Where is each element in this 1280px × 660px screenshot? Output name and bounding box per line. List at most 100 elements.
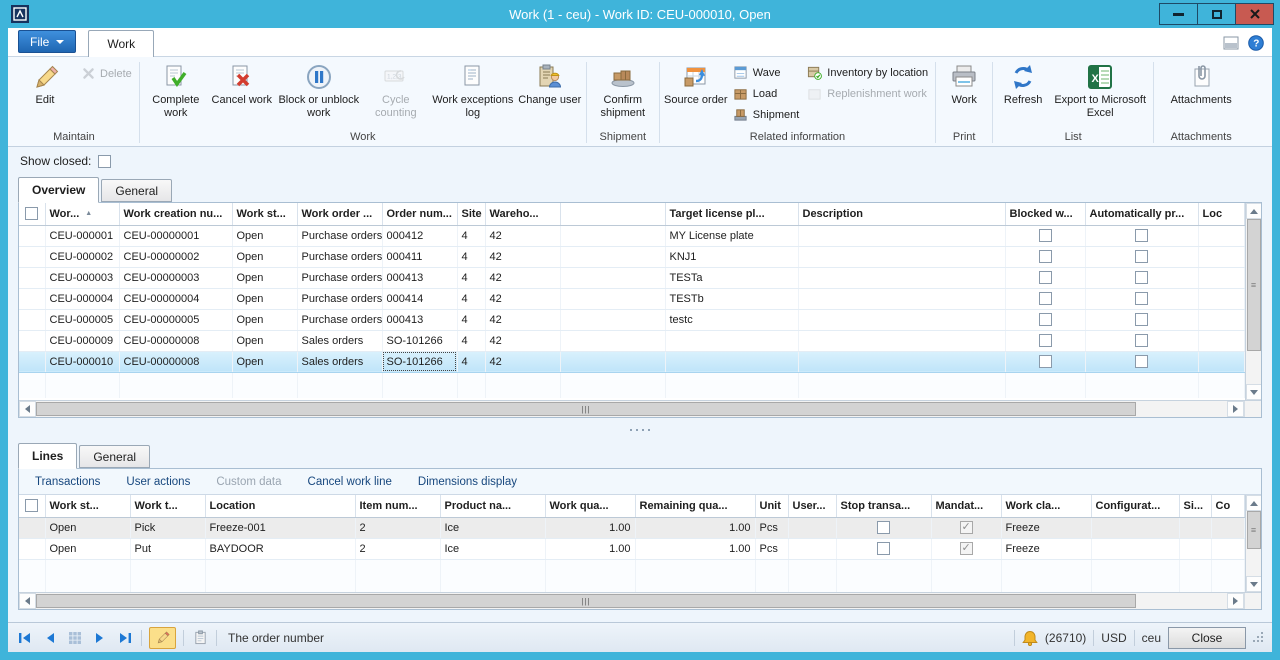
column-header[interactable]: Work t...: [130, 495, 205, 517]
column-header[interactable]: Co: [1211, 495, 1244, 517]
currency-indicator[interactable]: USD: [1101, 631, 1126, 645]
company-indicator[interactable]: ceu: [1142, 631, 1161, 645]
scroll-up-button[interactable]: [1246, 495, 1262, 511]
column-header[interactable]: Blocked w...: [1005, 203, 1085, 225]
document-handling-button[interactable]: [191, 628, 209, 648]
scroll-right-button[interactable]: [1227, 401, 1244, 417]
cell-checkbox[interactable]: [1135, 292, 1148, 305]
table-row[interactable]: CEU-000005CEU-00000005OpenPurchase order…: [19, 309, 1244, 330]
datasource-button[interactable]: [66, 628, 84, 648]
cell-checkbox[interactable]: [960, 521, 973, 534]
vertical-scrollbar[interactable]: ≡: [1245, 203, 1262, 400]
tab-lines[interactable]: Lines: [18, 443, 77, 469]
column-header[interactable]: Work qua...: [545, 495, 635, 517]
column-header[interactable]: Item num...: [355, 495, 440, 517]
column-header[interactable]: Product na...: [440, 495, 545, 517]
table-row[interactable]: CEU-000010CEU-00000008OpenSales ordersSO…: [19, 351, 1244, 372]
column-header[interactable]: Work st...: [45, 495, 130, 517]
cell-checkbox[interactable]: [1135, 271, 1148, 284]
layout-pane-icon[interactable]: [1223, 35, 1239, 51]
minimize-button[interactable]: [1159, 3, 1198, 25]
scroll-down-button[interactable]: [1246, 384, 1262, 400]
attachments-button[interactable]: Attachments: [1157, 59, 1245, 108]
cell-checkbox[interactable]: [877, 521, 890, 534]
scrollbar-thumb[interactable]: ≡: [1247, 219, 1261, 351]
cell-checkbox[interactable]: [1135, 313, 1148, 326]
column-header[interactable]: Description: [798, 203, 1005, 225]
column-header[interactable]: Site: [457, 203, 485, 225]
row-selector[interactable]: [19, 267, 45, 288]
refresh-button[interactable]: Refresh: [996, 59, 1050, 108]
table-row[interactable]: CEU-000001CEU-00000001OpenPurchase order…: [19, 225, 1244, 246]
table-row[interactable]: CEU-000002CEU-00000002OpenPurchase order…: [19, 246, 1244, 267]
last-record-button[interactable]: [116, 628, 134, 648]
cell-checkbox[interactable]: [1039, 271, 1052, 284]
select-all-header[interactable]: [19, 495, 45, 517]
title-bar[interactable]: Work (1 - ceu) - Work ID: CEU-000010, Op…: [0, 0, 1280, 28]
edit-button[interactable]: Edit: [12, 59, 78, 108]
cell-checkbox[interactable]: [1135, 355, 1148, 368]
cell-checkbox[interactable]: [1039, 250, 1052, 263]
user-actions-button[interactable]: User actions: [126, 476, 190, 488]
column-header[interactable]: Wor...: [45, 203, 119, 225]
table-row[interactable]: OpenPutBAYDOOR2Ice1.001.00PcsFreeze: [19, 538, 1244, 559]
file-menu-button[interactable]: File: [18, 30, 76, 53]
horizontal-scrollbar[interactable]: |||: [19, 400, 1261, 417]
column-header[interactable]: Order num...: [382, 203, 457, 225]
splitter[interactable]: [8, 418, 1272, 442]
select-all-header[interactable]: [19, 203, 45, 225]
shipment-button[interactable]: Shipment: [729, 104, 803, 125]
delete-button[interactable]: Delete: [78, 63, 136, 84]
cancel-work-button[interactable]: Cancel work: [209, 59, 275, 108]
previous-record-button[interactable]: [41, 628, 59, 648]
export-excel-button[interactable]: X Export to Microsoft Excel: [1050, 59, 1150, 121]
help-icon[interactable]: ?: [1248, 35, 1264, 51]
row-selector[interactable]: [19, 225, 45, 246]
cell-checkbox[interactable]: [960, 542, 973, 555]
cell-checkbox[interactable]: [877, 542, 890, 555]
cancel-work-line-button[interactable]: Cancel work line: [308, 476, 392, 488]
column-header[interactable]: Loc: [1198, 203, 1244, 225]
column-header[interactable]: Work creation nu...: [119, 203, 232, 225]
notifications-bell-icon[interactable]: [1022, 630, 1038, 646]
select-all-checkbox[interactable]: [25, 207, 38, 220]
maximize-button[interactable]: [1197, 3, 1236, 25]
column-header[interactable]: Mandat...: [931, 495, 1001, 517]
column-header[interactable]: Wareho...: [485, 203, 560, 225]
cell-checkbox[interactable]: [1135, 334, 1148, 347]
row-selector[interactable]: [19, 517, 45, 538]
dimensions-display-button[interactable]: Dimensions display: [418, 476, 517, 488]
table-row[interactable]: OpenPickFreeze-0012Ice1.001.00PcsFreeze: [19, 517, 1244, 538]
scrollbar-thumb[interactable]: ≡: [1247, 511, 1261, 549]
cell-checkbox[interactable]: [1039, 334, 1052, 347]
change-user-button[interactable]: Change user: [517, 59, 583, 108]
tab-lines-general[interactable]: General: [79, 445, 150, 468]
table-row[interactable]: CEU-000009CEU-00000008OpenSales ordersSO…: [19, 330, 1244, 351]
resize-grip[interactable]: [1253, 632, 1264, 643]
load-button[interactable]: Load: [729, 83, 803, 104]
custom-data-button[interactable]: Custom data: [216, 476, 281, 488]
column-header[interactable]: User...: [788, 495, 836, 517]
column-header[interactable]: Stop transa...: [836, 495, 931, 517]
cell-checkbox[interactable]: [1135, 250, 1148, 263]
cell-checkbox[interactable]: [1039, 355, 1052, 368]
vertical-scrollbar[interactable]: ≡: [1245, 495, 1262, 592]
column-header[interactable]: [560, 203, 665, 225]
column-header[interactable]: Work order ...: [297, 203, 382, 225]
wave-button[interactable]: Wave: [729, 62, 803, 83]
print-work-button[interactable]: Work: [939, 59, 989, 108]
work-exceptions-log-button[interactable]: Work exceptions log: [429, 59, 517, 121]
horizontal-scrollbar[interactable]: |||: [19, 592, 1261, 609]
inventory-by-location-button[interactable]: Inventory by location: [803, 62, 932, 83]
scroll-left-button[interactable]: [19, 593, 36, 609]
table-row[interactable]: CEU-000004CEU-00000004OpenPurchase order…: [19, 288, 1244, 309]
column-header[interactable]: Work cla...: [1001, 495, 1091, 517]
row-selector[interactable]: [19, 288, 45, 309]
complete-work-button[interactable]: Complete work: [143, 59, 209, 121]
scroll-up-button[interactable]: [1246, 203, 1262, 219]
cell-checkbox[interactable]: [1039, 229, 1052, 242]
scrollbar-thumb[interactable]: |||: [36, 402, 1136, 416]
notification-count[interactable]: (26710): [1045, 631, 1086, 645]
cycle-counting-button[interactable]: 1,2,3, Cycle counting: [363, 59, 429, 121]
row-selector[interactable]: [19, 246, 45, 267]
